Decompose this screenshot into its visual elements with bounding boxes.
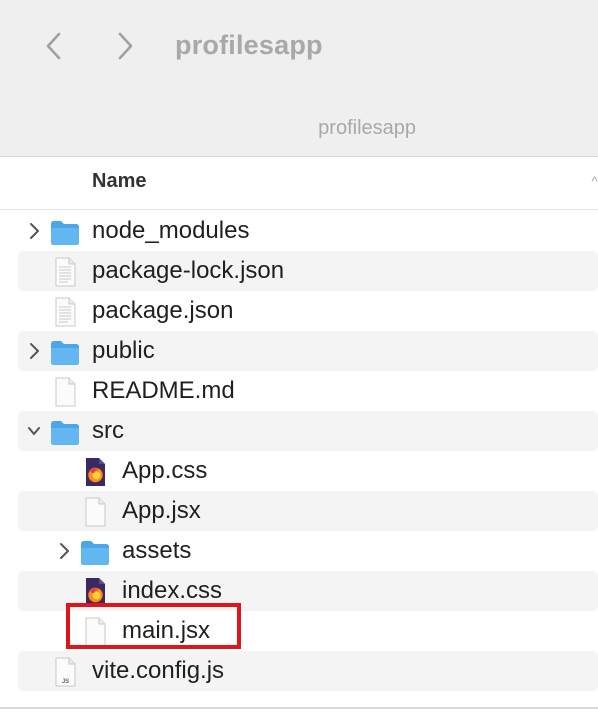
name-column-header[interactable]: Name (92, 170, 146, 193)
file-name: src (92, 417, 124, 444)
file-name: package.json (92, 297, 234, 324)
forward-button[interactable] (107, 28, 143, 64)
column-header[interactable]: Name ^ (0, 157, 598, 210)
highlight-box (66, 603, 241, 649)
divider (0, 707, 598, 709)
file-name: assets (122, 537, 192, 564)
chevron-right-icon[interactable] (56, 541, 72, 561)
file-row-app-jsx[interactable]: App.jsx (18, 491, 598, 531)
sort-indicator: ^ (591, 173, 598, 189)
window-title: profilesapp (175, 30, 323, 60)
finder-toolbar: profilesapp profilesapp (0, 0, 598, 157)
file-name: vite.config.js (92, 657, 225, 684)
folder-icon (49, 337, 81, 367)
svg-text:JS: JS (62, 679, 69, 685)
blank-file-icon (49, 377, 81, 407)
chevron-left-icon (46, 32, 61, 60)
firefox-css-file-icon (79, 457, 111, 487)
file-row-public[interactable]: public (18, 331, 598, 371)
file-name: public (92, 337, 155, 364)
folder-icon (49, 417, 81, 447)
js-file-icon: JS (49, 657, 81, 687)
file-name: node_modules (92, 217, 250, 244)
chevron-right-icon (118, 32, 133, 60)
file-row-assets[interactable]: assets (18, 531, 598, 571)
file-name: App.jsx (122, 497, 201, 524)
file-name: index.css (122, 577, 223, 604)
chevron-right-icon[interactable] (26, 341, 42, 361)
file-name: package-lock.json (92, 257, 285, 284)
file-name: README.md (92, 377, 235, 404)
back-button[interactable] (36, 28, 72, 64)
file-row-vite-config-js[interactable]: JS vite.config.js (18, 651, 598, 691)
file-row-app-css[interactable]: App.css (18, 451, 598, 491)
file-row-readme-md[interactable]: README.md (18, 371, 598, 411)
folder-icon (49, 217, 81, 247)
json-file-icon (49, 297, 81, 327)
file-row-package-json[interactable]: package.json (18, 291, 598, 331)
file-row-node-modules[interactable]: node_modules (18, 211, 598, 251)
chevron-down-icon[interactable] (26, 421, 42, 441)
folder-icon (79, 537, 111, 567)
chevron-right-icon[interactable] (26, 221, 42, 241)
blank-file-icon (79, 497, 111, 527)
path-title: profilesapp (318, 117, 416, 139)
json-file-icon (49, 257, 81, 287)
file-name: App.css (122, 457, 208, 484)
file-row-package-lock-json[interactable]: package-lock.json (18, 251, 598, 291)
file-row-src[interactable]: src (18, 411, 598, 451)
